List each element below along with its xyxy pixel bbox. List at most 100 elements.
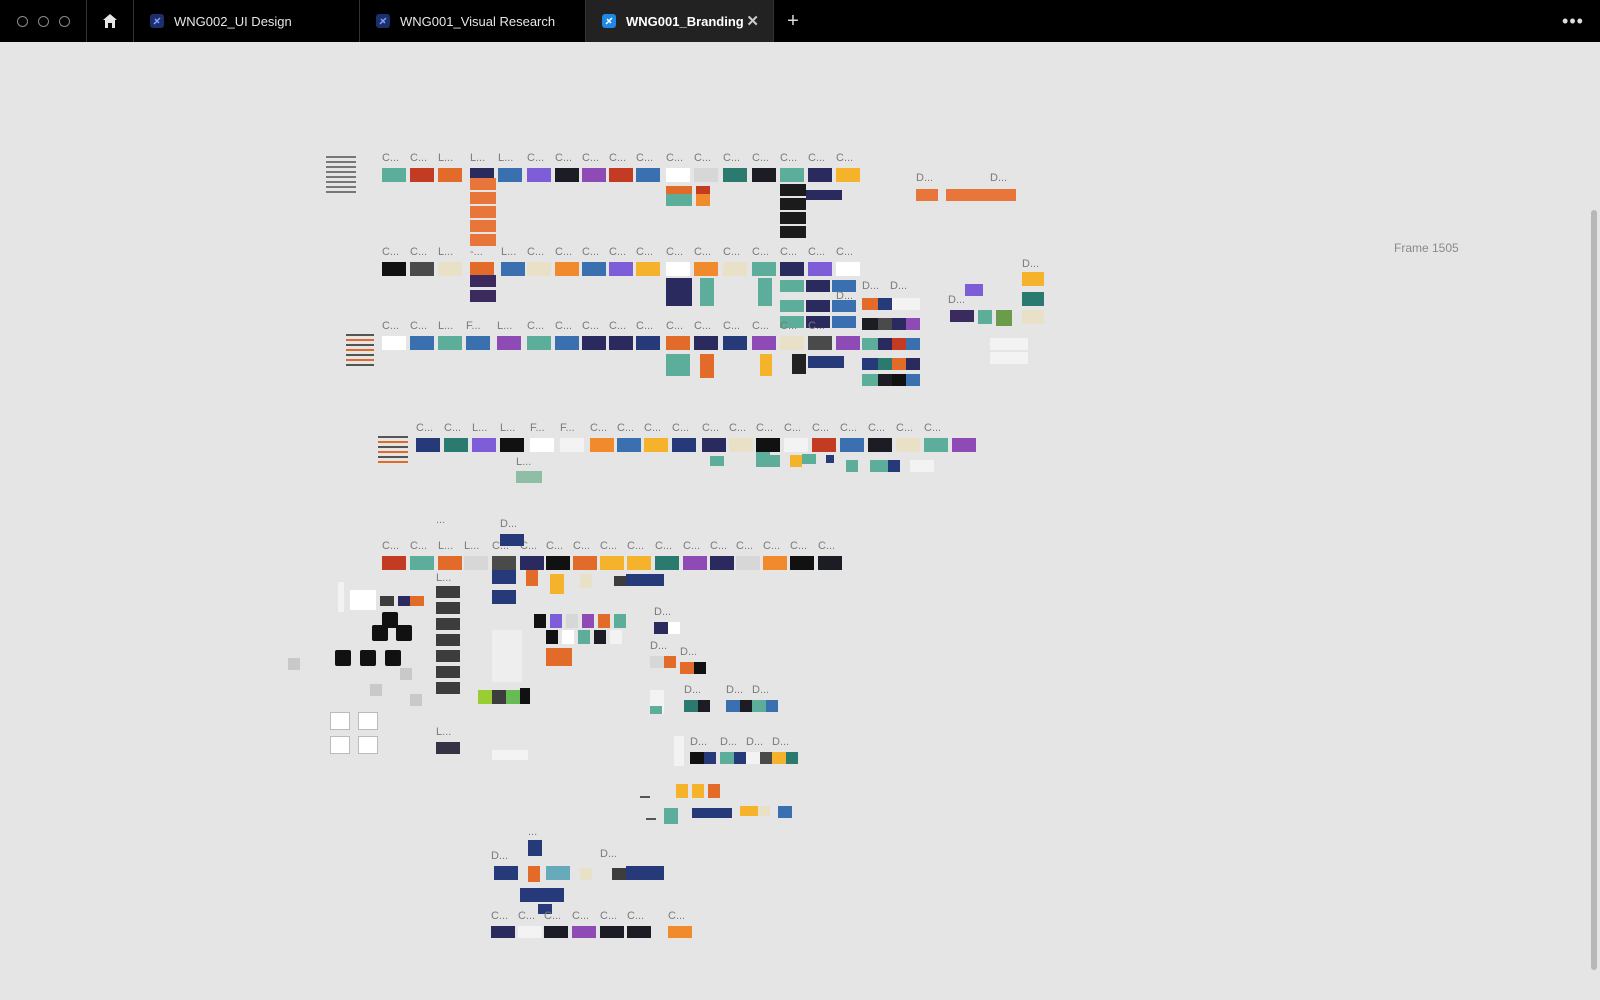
frame-thumbnail[interactable] [560, 438, 584, 452]
frame-thumbnail[interactable] [780, 198, 806, 210]
frame-name-label[interactable]: C... [710, 540, 727, 552]
frame-thumbnail[interactable] [436, 666, 460, 678]
frame-thumbnail[interactable] [609, 336, 633, 350]
frame-thumbnail[interactable] [436, 602, 460, 614]
frame-thumbnail[interactable] [382, 262, 406, 276]
frame-thumbnail[interactable] [346, 359, 374, 361]
frame-thumbnail[interactable] [326, 191, 356, 193]
frame-thumbnail[interactable] [766, 700, 778, 712]
frame-thumbnail[interactable] [862, 358, 878, 370]
frame-thumbnail[interactable] [400, 668, 412, 680]
frame-thumbnail[interactable] [1022, 310, 1044, 324]
frame-thumbnail[interactable] [492, 690, 506, 704]
frame-name-label[interactable]: C... [836, 152, 853, 164]
tab-wng001-branding[interactable]: WNG001_Branding ✕ [586, 0, 774, 42]
frame-name-label[interactable]: C... [672, 422, 689, 434]
frame-name-label[interactable]: D... [1022, 258, 1039, 270]
frame-thumbnail[interactable] [436, 742, 460, 754]
frame-name-label[interactable]: C... [590, 422, 607, 434]
frame-thumbnail[interactable] [916, 189, 938, 201]
frame-thumbnail[interactable] [892, 298, 906, 310]
frame-thumbnail[interactable] [950, 310, 974, 322]
frame-name-label[interactable]: C... [812, 422, 829, 434]
frame-thumbnail[interactable] [470, 234, 496, 246]
frame-thumbnail[interactable] [752, 336, 776, 350]
frame-thumbnail[interactable] [472, 438, 496, 452]
frame-thumbnail[interactable] [692, 808, 732, 818]
frame-thumbnail[interactable] [330, 736, 350, 754]
frame-name-label[interactable]: D... [654, 606, 671, 618]
frame-thumbnail[interactable] [516, 471, 542, 483]
frame-thumbnail[interactable] [492, 570, 516, 584]
frame-name-label[interactable]: C... [609, 246, 626, 258]
frame-thumbnail[interactable] [878, 374, 892, 386]
frame-thumbnail[interactable] [694, 168, 718, 182]
frame-thumbnail[interactable] [470, 192, 496, 204]
frame-thumbnail[interactable] [694, 262, 718, 276]
frame-name-label[interactable]: C... [666, 152, 683, 164]
frame-thumbnail[interactable] [546, 648, 572, 666]
frame-thumbnail[interactable] [410, 168, 434, 182]
frame-thumbnail[interactable] [492, 750, 528, 760]
frame-name-label[interactable]: C... [668, 910, 685, 922]
close-tab-icon[interactable]: ✕ [746, 12, 759, 30]
frame-name-label[interactable]: C... [410, 152, 427, 164]
frame-thumbnail[interactable] [518, 926, 542, 938]
frame-thumbnail[interactable] [520, 888, 564, 902]
frame-name-label[interactable]: C... [410, 320, 427, 332]
frame-thumbnail[interactable] [378, 451, 408, 453]
frame-thumbnail[interactable] [410, 336, 434, 350]
frame-thumbnail[interactable] [684, 700, 698, 712]
frame-thumbnail[interactable] [498, 168, 522, 182]
frame-thumbnail[interactable] [609, 262, 633, 276]
frame-name-label[interactable]: C... [784, 422, 801, 434]
more-options-button[interactable]: ••• [1546, 0, 1600, 42]
frame-thumbnail[interactable] [494, 866, 518, 880]
frame-thumbnail[interactable] [500, 438, 524, 452]
frame-name-label[interactable]: C... [544, 910, 561, 922]
close-window-icon[interactable] [16, 15, 28, 27]
frame-name-label[interactable]: C... [636, 320, 653, 332]
frame-name-label[interactable]: C... [382, 246, 399, 258]
frame-thumbnail[interactable] [555, 168, 579, 182]
frame-thumbnail[interactable] [470, 290, 496, 302]
frame-thumbnail[interactable] [808, 168, 832, 182]
frame-name-label[interactable]: C... [636, 246, 653, 258]
frame-thumbnail[interactable] [690, 752, 704, 764]
frame-thumbnail[interactable] [723, 168, 747, 182]
frame-thumbnail[interactable] [436, 682, 460, 694]
frame-thumbnail[interactable] [612, 868, 626, 880]
frame-thumbnail[interactable] [382, 556, 406, 570]
frame-thumbnail[interactable] [380, 596, 394, 606]
frame-name-label[interactable]: C... [382, 320, 399, 332]
frame-thumbnail[interactable] [734, 752, 746, 764]
frame-thumbnail[interactable] [580, 574, 592, 588]
frame-name-label[interactable]: D... [948, 294, 965, 306]
frame-thumbnail[interactable] [526, 570, 538, 586]
frame-name-label[interactable]: C... [600, 540, 617, 552]
frame-thumbnail[interactable] [990, 352, 1010, 364]
frame-thumbnail[interactable] [996, 310, 1012, 326]
frame-thumbnail[interactable] [674, 736, 684, 766]
frame-thumbnail[interactable] [892, 338, 906, 350]
frame-label[interactable]: Frame 1505 [1394, 241, 1459, 255]
frame-thumbnail[interactable] [668, 622, 680, 634]
frame-name-label[interactable]: L... [438, 540, 453, 552]
frame-name-label[interactable]: C... [410, 246, 427, 258]
frame-name-label[interactable]: L... [498, 152, 513, 164]
frame-name-label[interactable]: D... [862, 280, 879, 292]
frame-thumbnail[interactable] [924, 438, 948, 452]
frame-name-label[interactable]: F... [530, 422, 545, 434]
frame-name-label[interactable]: C... [518, 910, 535, 922]
frame-thumbnail[interactable] [723, 336, 747, 350]
frame-thumbnail[interactable] [530, 438, 554, 452]
frame-name-label[interactable]: L... [500, 422, 515, 434]
frame-name-label[interactable]: C... [600, 910, 617, 922]
frame-thumbnail[interactable] [668, 926, 692, 938]
frame-thumbnail[interactable] [836, 168, 860, 182]
new-tab-button[interactable]: + [774, 0, 812, 42]
frame-thumbnail[interactable] [666, 262, 690, 276]
frame-name-label[interactable]: C... [780, 246, 797, 258]
frame-thumbnail[interactable] [832, 316, 856, 328]
frame-thumbnail[interactable] [326, 171, 356, 173]
